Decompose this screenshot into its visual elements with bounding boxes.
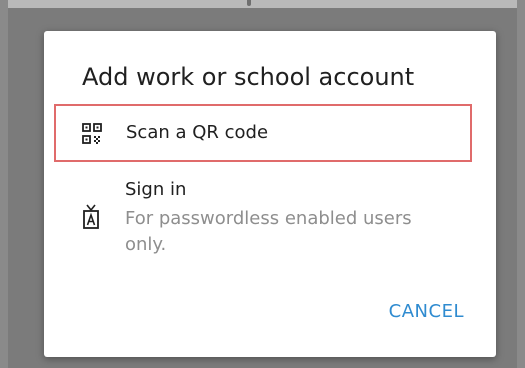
dialog-title: Add work or school account <box>82 63 415 91</box>
scan-qr-code-option[interactable]: Scan a QR code <box>54 104 472 162</box>
qr-code-icon <box>82 123 102 145</box>
dim-backdrop[interactable]: Add work or school account Scan a QR cod… <box>0 0 525 368</box>
scan-qr-code-label: Scan a QR code <box>126 122 269 143</box>
backdrop-artifact <box>247 0 251 6</box>
backdrop-right-band <box>517 0 525 368</box>
sign-in-label: Sign in <box>125 179 187 200</box>
sign-in-option[interactable]: Sign in For passwordless enabled users o… <box>54 171 472 271</box>
backdrop-top-band <box>0 0 525 8</box>
cancel-button[interactable]: CANCEL <box>385 299 468 324</box>
add-account-dialog: Add work or school account Scan a QR cod… <box>44 31 496 357</box>
sign-in-description: For passwordless enabled users only. <box>125 208 412 255</box>
passwordless-signin-icon <box>82 204 100 230</box>
backdrop-left-band <box>0 0 8 368</box>
